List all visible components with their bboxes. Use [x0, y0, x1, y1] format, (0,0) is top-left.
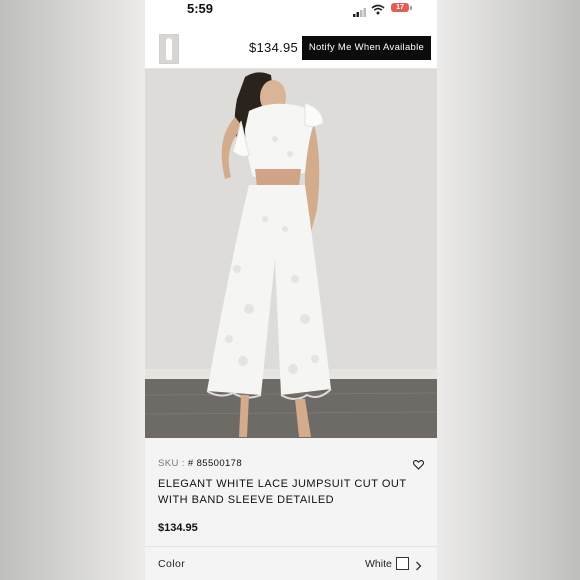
product-top-bar: $134.95 Notify Me When Available: [145, 28, 437, 69]
sku-label: SKU :: [158, 458, 185, 469]
status-bar: 5:59 17: [145, 0, 437, 18]
signal-icon: [353, 4, 367, 22]
sku-line: SKU : # 85500178: [158, 458, 242, 469]
sku-value: # 85500178: [187, 458, 243, 469]
status-time: 5:59: [187, 1, 214, 16]
product-title: ELEGANT WHITE LACE JUMPSUIT CUT OUT WITH…: [158, 478, 407, 506]
notify-me-button[interactable]: Notify Me When Available: [302, 36, 431, 60]
product-thumbnail[interactable]: [159, 34, 179, 64]
color-value[interactable]: White: [365, 558, 392, 570]
heart-icon[interactable]: [412, 457, 425, 475]
product-price: $134.95: [158, 522, 198, 534]
chevron-right-icon[interactable]: [415, 558, 422, 576]
battery-icon: 17: [391, 3, 409, 12]
phone-screen: 5:59 17 $134.95 Notify Me When Available: [145, 0, 437, 580]
divider: [145, 546, 437, 547]
top-bar-price: $134.95: [249, 40, 299, 55]
color-swatch[interactable]: [396, 557, 409, 570]
thumbnail-figure: [166, 38, 172, 60]
wifi-icon: [371, 2, 385, 20]
product-details: SKU : # 85500178 ELEGANT WHITE LACE JUMP…: [145, 438, 437, 580]
product-image[interactable]: [145, 69, 437, 438]
battery-nub: [410, 6, 412, 10]
color-label: Color: [158, 558, 186, 570]
